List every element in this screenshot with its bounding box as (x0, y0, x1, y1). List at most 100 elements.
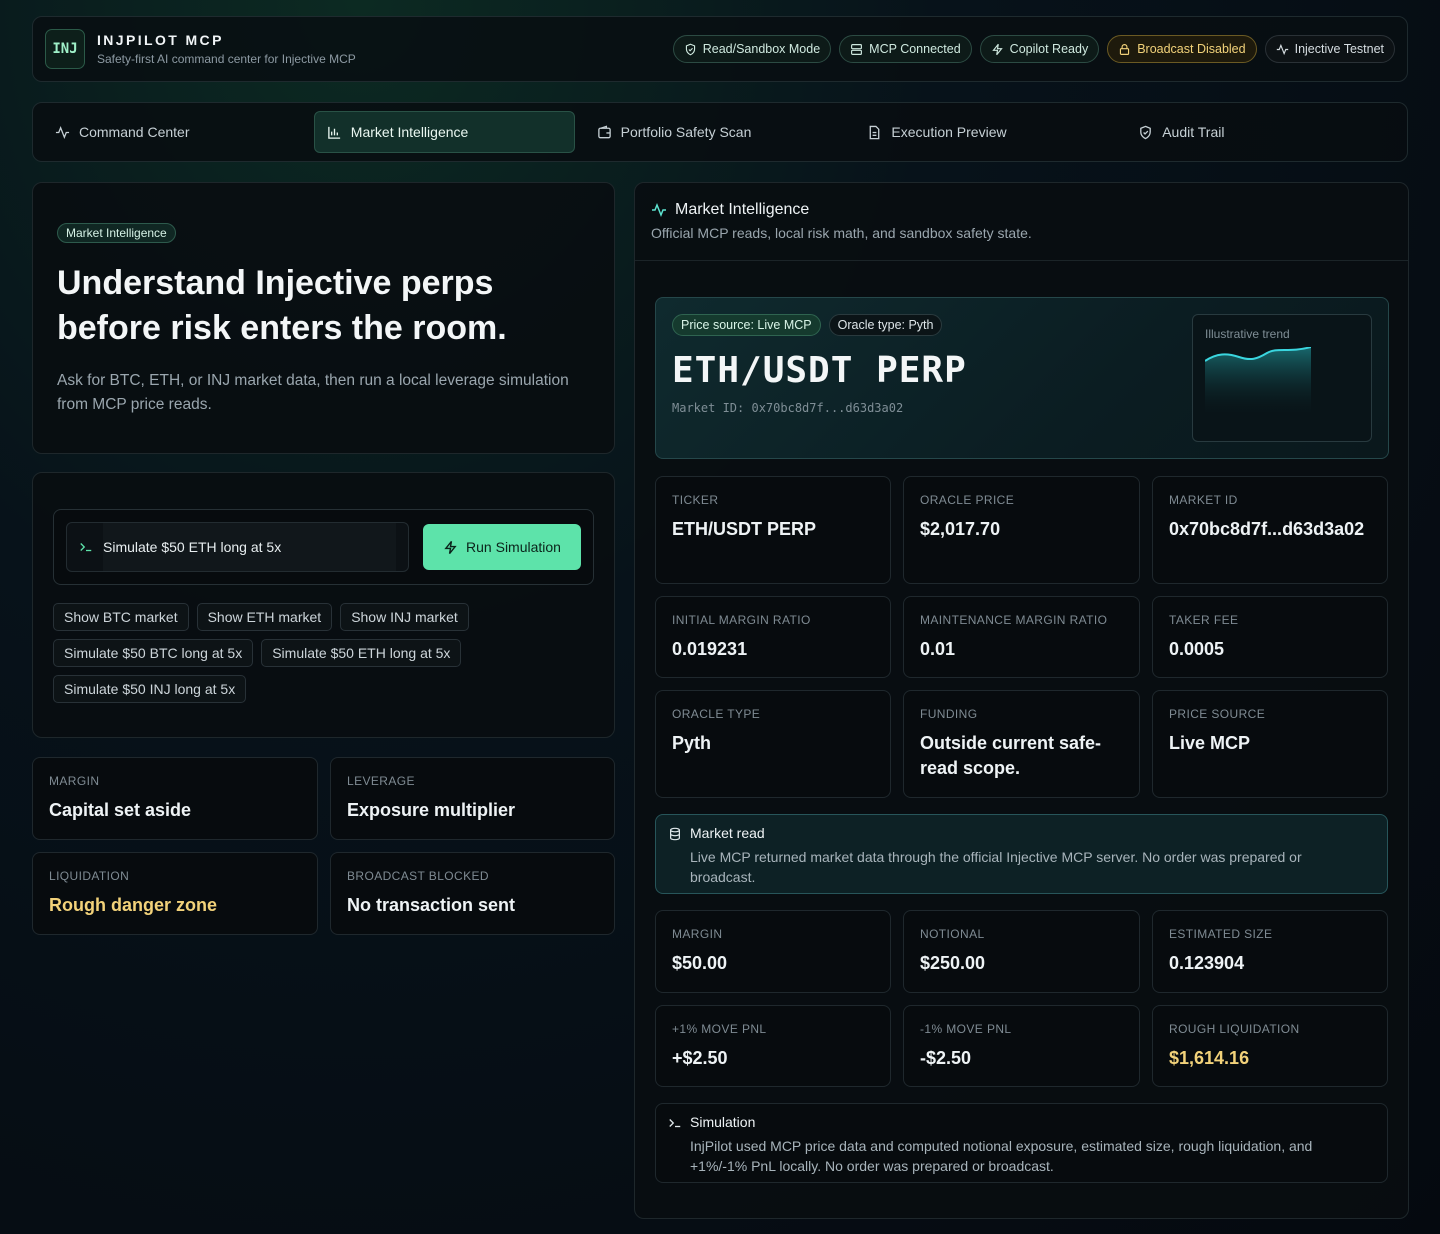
stat-label: TAKER FEE (1169, 613, 1239, 627)
concept-label: LIQUIDATION (49, 869, 130, 883)
stat-label: MARGIN (672, 927, 723, 941)
suggestion-chip[interactable]: Show BTC market (53, 603, 189, 631)
concept-card-margin: MARGIN Capital set aside (32, 757, 318, 840)
bolt-icon (991, 43, 1003, 55)
tab-portfolio-safety-scan[interactable]: Portfolio Safety Scan (585, 111, 846, 153)
hero-title: Understand Injective perps before risk e… (57, 264, 507, 347)
market-read-note: Market read Live MCP returned market dat… (655, 814, 1388, 894)
concept-card-broadcast-blocked: BROADCAST BLOCKED No transaction sent (330, 852, 615, 935)
status-badge-copilot: Copilot Ready (979, 35, 1100, 63)
note-title: Market read (690, 825, 765, 841)
stat-label: ESTIMATED SIZE (1169, 927, 1273, 941)
prompt-input[interactable] (103, 523, 396, 571)
stat-value: -$2.50 (920, 1048, 972, 1068)
status-badge-sandbox: Read/Sandbox Mode (672, 35, 832, 63)
lock-icon (1120, 43, 1130, 55)
run-simulation-button[interactable]: Run Simulation (423, 524, 581, 570)
panel-title-text: Market Intelligence (675, 201, 810, 218)
brand: INJPILOT MCP Safety-first AI command cen… (97, 32, 356, 66)
note-body: InjPilot used MCP price data and compute… (690, 1138, 1313, 1174)
file-icon (870, 125, 880, 139)
status-badge-label: Broadcast Disabled (1137, 42, 1246, 56)
hero-panel: Market Intelligence Understand Injective… (32, 182, 615, 454)
tab-market-intelligence[interactable]: Market Intelligence (313, 111, 575, 153)
stat-label: MARKET ID (1169, 493, 1238, 507)
concept-card-liquidation: LIQUIDATION Rough danger zone (32, 852, 318, 935)
database-icon (670, 827, 680, 841)
stat-value: 0.0005 (1169, 639, 1225, 659)
sim-stat-plus-move-pnl: +1% MOVE PNL +$2.50 (655, 1005, 891, 1087)
note-title: Simulation (690, 1114, 756, 1130)
suggestion-chip[interactable]: Simulate $50 BTC long at 5x (53, 639, 254, 667)
suggestion-chip[interactable]: Simulate $50 ETH long at 5x (261, 639, 462, 667)
stat-label: +1% MOVE PNL (672, 1022, 767, 1036)
activity-icon (652, 202, 666, 218)
concept-value: No transaction sent (347, 895, 516, 915)
stat-label: ORACLE TYPE (672, 707, 761, 721)
stat-label: -1% MOVE PNL (920, 1022, 1012, 1036)
stat-value: 0.123904 (1169, 953, 1245, 973)
tab-command-center[interactable]: Command Center (43, 111, 304, 153)
tab-audit-trail[interactable]: Audit Trail (1126, 111, 1387, 153)
tab-label: Portfolio Safety Scan (620, 124, 752, 140)
section-pill: Market Intelligence (57, 223, 176, 243)
stat-card-ticker: TICKER ETH/USDT PERP (655, 476, 891, 584)
suggestion-chips: Show BTC market Show ETH market Show INJ… (53, 603, 594, 703)
suggestion-chip[interactable]: Show ETH market (196, 603, 333, 631)
status-badge-label: Copilot Ready (1009, 42, 1089, 56)
sim-stat-margin: MARGIN $50.00 (655, 910, 891, 993)
trend-card: Illustrative trend (1192, 314, 1372, 442)
concept-value: Exposure multiplier (347, 800, 516, 820)
stat-value: $2,017.70 (920, 519, 1001, 539)
stat-value: Outside current safe-read scope. (920, 733, 1102, 778)
stat-card-price-source: PRICE SOURCE Live MCP (1152, 690, 1388, 798)
tab-label: Audit Trail (1162, 124, 1225, 140)
app-title: INJPILOT MCP (97, 32, 224, 48)
trend-label: Illustrative trend (1205, 327, 1290, 341)
activity-icon (1276, 43, 1288, 55)
logo: INJ (45, 29, 85, 69)
tab-label: Command Center (79, 124, 190, 140)
stat-card-taker-fee: TAKER FEE 0.0005 (1152, 596, 1388, 678)
panel-subtitle: Official MCP reads, local risk math, and… (651, 225, 1032, 241)
terminal-icon (669, 1119, 681, 1128)
concept-card-leverage: LEVERAGE Exposure multiplier (330, 757, 615, 840)
stat-label: FUNDING (920, 707, 978, 721)
stat-value: 0.01 (920, 639, 956, 659)
status-badge-network: Injective Testnet (1264, 35, 1395, 63)
stat-label: PRICE SOURCE (1169, 707, 1266, 721)
tab-execution-preview[interactable]: Execution Preview (855, 111, 1116, 153)
stat-value: Live MCP (1169, 733, 1251, 753)
suggestion-chip[interactable]: Simulate $50 INJ long at 5x (53, 675, 247, 703)
stat-label: ORACLE PRICE (920, 493, 1015, 507)
status-badge-label: Read/Sandbox Mode (702, 42, 821, 56)
status-badge-label: MCP Connected (869, 42, 961, 56)
hero-description: Ask for BTC, ETH, or INJ market data, th… (57, 372, 569, 413)
stat-label: INITIAL MARGIN RATIO (672, 613, 811, 627)
price-source-pill: Price source: Live MCP (672, 314, 821, 336)
stat-value: 0.019231 (672, 639, 748, 659)
wallet-icon (597, 124, 611, 138)
simulation-panel: Run Simulation Show BTC market Show ETH … (32, 472, 615, 738)
panel-header: Market Intelligence Official MCP reads, … (635, 183, 1408, 261)
stat-label: NOTIONAL (920, 927, 985, 941)
concept-label: LEVERAGE (347, 774, 415, 788)
bar-chart-icon (328, 126, 340, 139)
concept-value: Rough danger zone (49, 895, 217, 915)
prompt-field (66, 522, 409, 572)
tab-label: Market Intelligence (350, 124, 469, 140)
shield-check-icon (1140, 125, 1152, 139)
app-subtitle: Safety-first AI command center for Injec… (97, 52, 356, 66)
status-badge-mcp: MCP Connected (839, 35, 972, 63)
stat-value: $1,614.16 (1169, 1048, 1250, 1068)
shield-icon (685, 43, 695, 55)
market-intelligence-panel: Market Intelligence Official MCP reads, … (634, 182, 1409, 1219)
concept-value: Capital set aside (49, 800, 192, 820)
stat-value: ETH/USDT PERP (672, 519, 817, 539)
sim-stat-notional: NOTIONAL $250.00 (903, 910, 1140, 993)
suggestion-chip[interactable]: Show INJ market (340, 603, 469, 631)
concept-label: MARGIN (49, 774, 100, 788)
bolt-icon (444, 540, 457, 554)
main-tabs: Command Center Market Intelligence Portf… (32, 102, 1408, 162)
run-simulation-label: Run Simulation (466, 539, 561, 555)
